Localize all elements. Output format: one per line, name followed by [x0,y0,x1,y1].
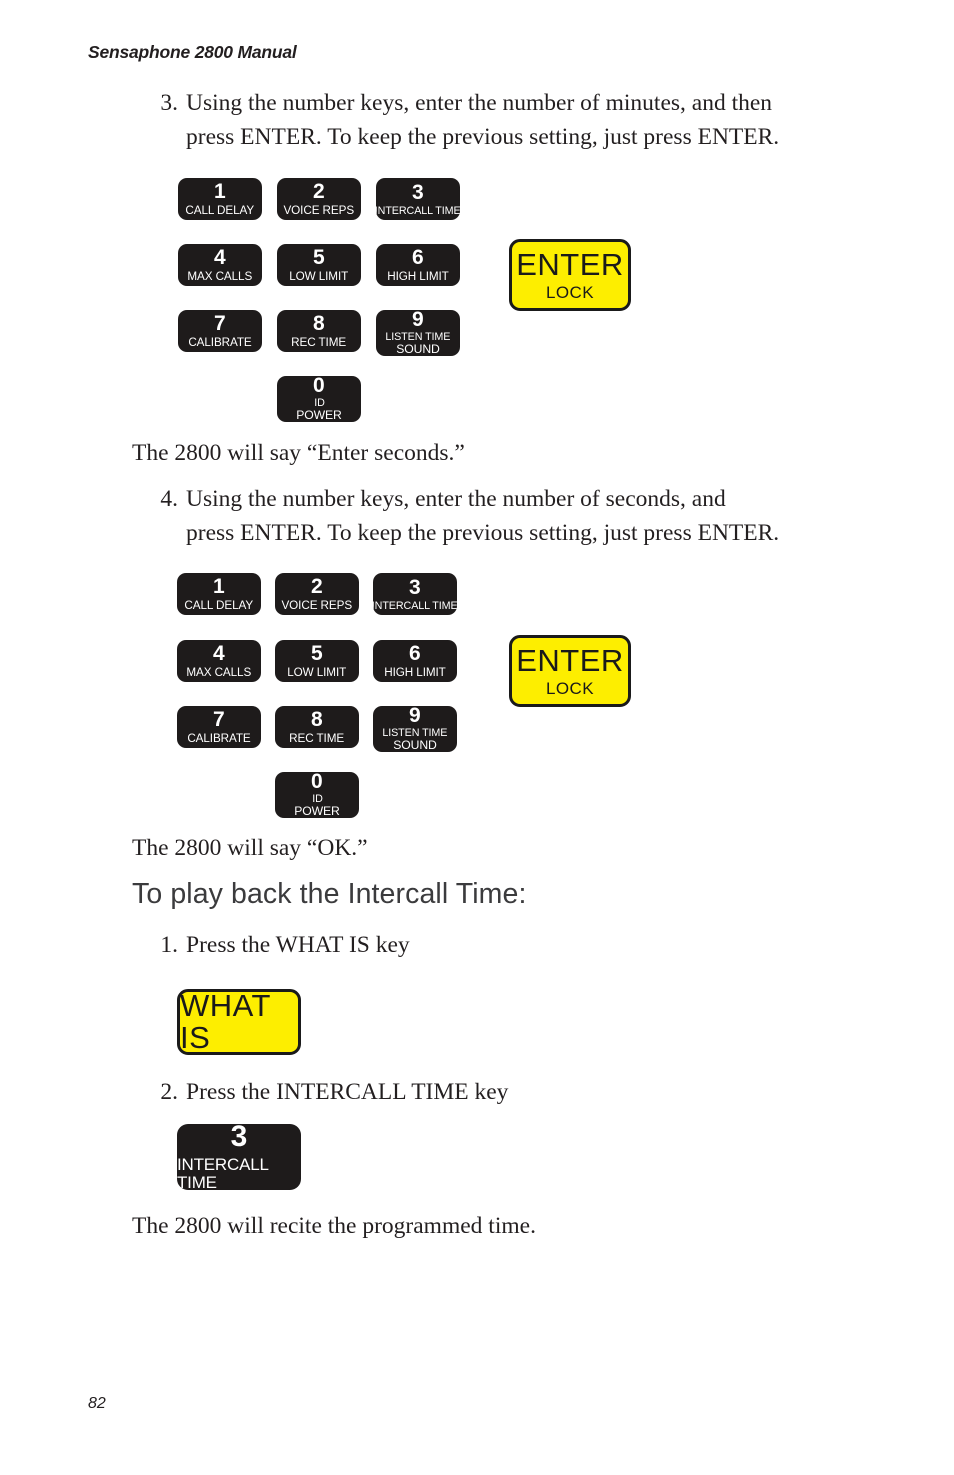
key-digit: 8 [311,708,323,731]
key-label: LOW LIMIT [289,269,349,283]
key-digit: 6 [412,246,424,269]
key-5-low-limit[interactable]: 5 LOW LIMIT [277,244,361,286]
key-digit: 2 [313,180,325,203]
key-5-low-limit[interactable]: 5 LOW LIMIT [275,640,359,682]
key-label: LOW LIMIT [287,665,347,679]
key-label: VOICE REPS [283,203,355,217]
step-4-line-1: Using the number keys, enter the number … [186,486,726,512]
playback-step-2-text: Press the INTERCALL TIME key [186,1079,509,1105]
key-digit: 0 [311,772,323,793]
key-7-calibrate[interactable]: 7 CALIBRATE [177,706,261,748]
key-label: CALIBRATE [187,731,251,745]
key-label: REC TIME [291,335,347,349]
key-label: CALIBRATE [188,335,252,349]
key-1-call-delay[interactable]: 1 CALL DELAY [178,178,262,220]
playback-step-2: 2. Press the INTERCALL TIME key [148,1075,748,1109]
enter-label: ENTER [516,246,624,282]
key-digit: 6 [409,642,421,665]
playback-step-1-text: Press the WHAT IS key [186,932,410,958]
playback-step-2-number: 2. [160,1079,178,1105]
playback-step-1-number: 1. [160,932,178,958]
key-label: VOICE REPS [281,598,353,612]
key-0-id-power[interactable]: 0 ID POWER [277,376,361,422]
key-label-secondary: POWER [294,804,340,818]
step-4: 4. Using the number keys, enter the numb… [148,482,860,550]
step-4-line-2: press ENTER. To keep the previous settin… [186,520,780,546]
step-4-number: 4. [160,486,178,512]
key-9-listen-time-sound[interactable]: 9 LISTEN TIME SOUND [373,706,457,752]
key-label: INTERCALL TIME [373,599,457,612]
key-7-calibrate[interactable]: 7 CALIBRATE [178,310,262,352]
key-digit: 3 [230,1120,248,1153]
key-label: LISTEN TIME [385,331,451,343]
key-label: CALL DELAY [185,203,255,217]
running-head: Sensaphone 2800 Manual [88,42,297,62]
section-heading-playback: To play back the Intercall Time: [132,878,527,910]
narration-enter-seconds: The 2800 will say “Enter seconds.” [132,440,465,466]
step-3-text: Using the number keys, enter the number … [186,86,860,154]
key-4-max-calls[interactable]: 4 MAX CALLS [177,640,261,682]
key-digit: 9 [409,706,421,727]
key-digit: 1 [214,180,226,203]
key-2-voice-reps[interactable]: 2 VOICE REPS [275,573,359,615]
key-6-high-limit[interactable]: 6 HIGH LIMIT [373,640,457,682]
key-label: ID [313,397,325,409]
lock-label: LOCK [546,678,594,698]
key-label: LISTEN TIME [382,727,448,739]
key-what-is[interactable]: WHAT IS [177,989,301,1055]
narration-recite: The 2800 will recite the programmed time… [132,1213,536,1239]
key-3-intercall-time[interactable]: 3 INTERCALL TIME [373,573,457,615]
key-label: MAX CALLS [187,269,253,283]
key-digit: 2 [311,575,323,598]
key-label: CALL DELAY [184,598,254,612]
key-digit: 3 [412,180,424,204]
key-digit: 4 [213,642,225,665]
key-3-intercall-time[interactable]: 3 INTERCALL TIME [376,178,460,220]
page-number: 82 [88,1395,106,1412]
key-digit: 7 [214,312,226,335]
step-4-text: Using the number keys, enter the number … [186,482,860,550]
key-2-voice-reps[interactable]: 2 VOICE REPS [277,178,361,220]
key-digit: 8 [313,312,325,335]
key-8-rec-time[interactable]: 8 REC TIME [275,706,359,748]
key-0-id-power[interactable]: 0 ID POWER [275,772,359,818]
key-digit: 4 [214,246,226,269]
key-label: INTERCALL TIME [376,204,460,217]
key-label: INTERCALL TIME [177,1155,269,1192]
key-enter-lock[interactable]: ENTER LOCK [509,635,631,707]
key-label: ID [311,793,323,805]
key-label-secondary: POWER [296,408,342,422]
key-6-high-limit[interactable]: 6 HIGH LIMIT [376,244,460,286]
manual-page: Sensaphone 2800 Manual 3. Using the numb… [0,0,954,1475]
enter-label: ENTER [516,642,624,678]
key-label: REC TIME [289,731,345,745]
step-3-number: 3. [160,90,178,116]
narration-ok: The 2800 will say “OK.” [132,835,368,861]
key-label: HIGH LIMIT [387,269,449,283]
key-label-secondary: SOUND [396,342,440,356]
key-label: MAX CALLS [186,665,252,679]
step-3-line-2: press ENTER. To keep the previous settin… [186,124,780,150]
key-9-listen-time-sound[interactable]: 9 LISTEN TIME SOUND [376,310,460,356]
what-is-label: WHAT IS [180,988,271,1055]
step-3-line-1: Using the number keys, enter the number … [186,90,773,116]
key-label-secondary: SOUND [393,738,437,752]
key-digit: 7 [213,708,225,731]
key-8-rec-time[interactable]: 8 REC TIME [277,310,361,352]
key-digit: 0 [313,376,325,397]
key-digit: 5 [313,246,325,269]
key-digit: 3 [409,575,421,599]
lock-label: LOCK [546,282,594,302]
key-1-call-delay[interactable]: 1 CALL DELAY [177,573,261,615]
key-4-max-calls[interactable]: 4 MAX CALLS [178,244,262,286]
key-label: HIGH LIMIT [384,665,446,679]
playback-step-1: 1. Press the WHAT IS key [148,928,748,962]
key-enter-lock[interactable]: ENTER LOCK [509,239,631,311]
key-3-intercall-time-large[interactable]: 3 INTERCALL TIME [177,1120,301,1192]
key-digit: 9 [412,310,424,331]
step-3: 3. Using the number keys, enter the numb… [148,86,860,154]
key-digit: 5 [311,642,323,665]
key-digit: 1 [213,575,225,598]
